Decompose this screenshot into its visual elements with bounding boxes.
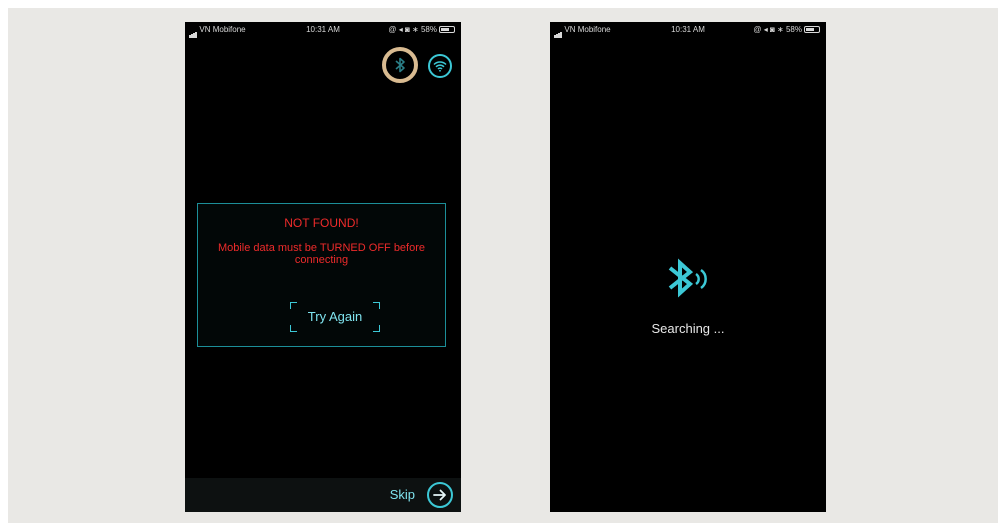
phone-screen-searching: VN Mobifone 10:31 AM @ ◂ ◙ ∗ 58% Searchi… [550,22,826,512]
battery-icon [439,26,455,34]
status-icons: @ ◂ ◙ ∗ [388,25,421,34]
battery-icon [804,26,820,34]
bluetooth-icon [395,57,405,73]
bluetooth-searching-icon [668,258,707,298]
dialog-message: Mobile data must be TURNED OFF before co… [217,242,426,266]
arrow-right-icon [433,489,446,501]
status-right: @ ◂ ◙ ∗ 58% [753,22,820,38]
skip-button[interactable]: Skip [390,487,415,502]
status-icons: @ ◂ ◙ ∗ [753,25,786,34]
phone-screen-not-found: VN Mobifone 10:31 AM @ ◂ ◙ ∗ 58% NOT FOU… [185,22,461,512]
figure-background [8,8,998,523]
bluetooth-button[interactable] [382,47,418,83]
searching-text: Searching ... [651,321,725,336]
status-bar: VN Mobifone 10:31 AM @ ◂ ◙ ∗ 58% [550,22,826,38]
skip-arrow-button[interactable] [427,482,453,508]
battery-percent: 58% [785,25,802,34]
wifi-icon [433,61,447,72]
dialog-title: NOT FOUND! [284,216,359,230]
wifi-button[interactable] [428,54,452,78]
not-found-dialog: NOT FOUND! Mobile data must be TURNED OF… [197,203,446,347]
try-again-label: Try Again [307,309,363,324]
status-right: @ ◂ ◙ ∗ 58% [388,22,455,38]
status-bar: VN Mobifone 10:31 AM @ ◂ ◙ ∗ 58% [185,22,461,38]
bottom-bar: Skip [185,478,461,512]
try-again-button[interactable]: Try Again [290,302,380,332]
battery-percent: 58% [420,25,437,34]
